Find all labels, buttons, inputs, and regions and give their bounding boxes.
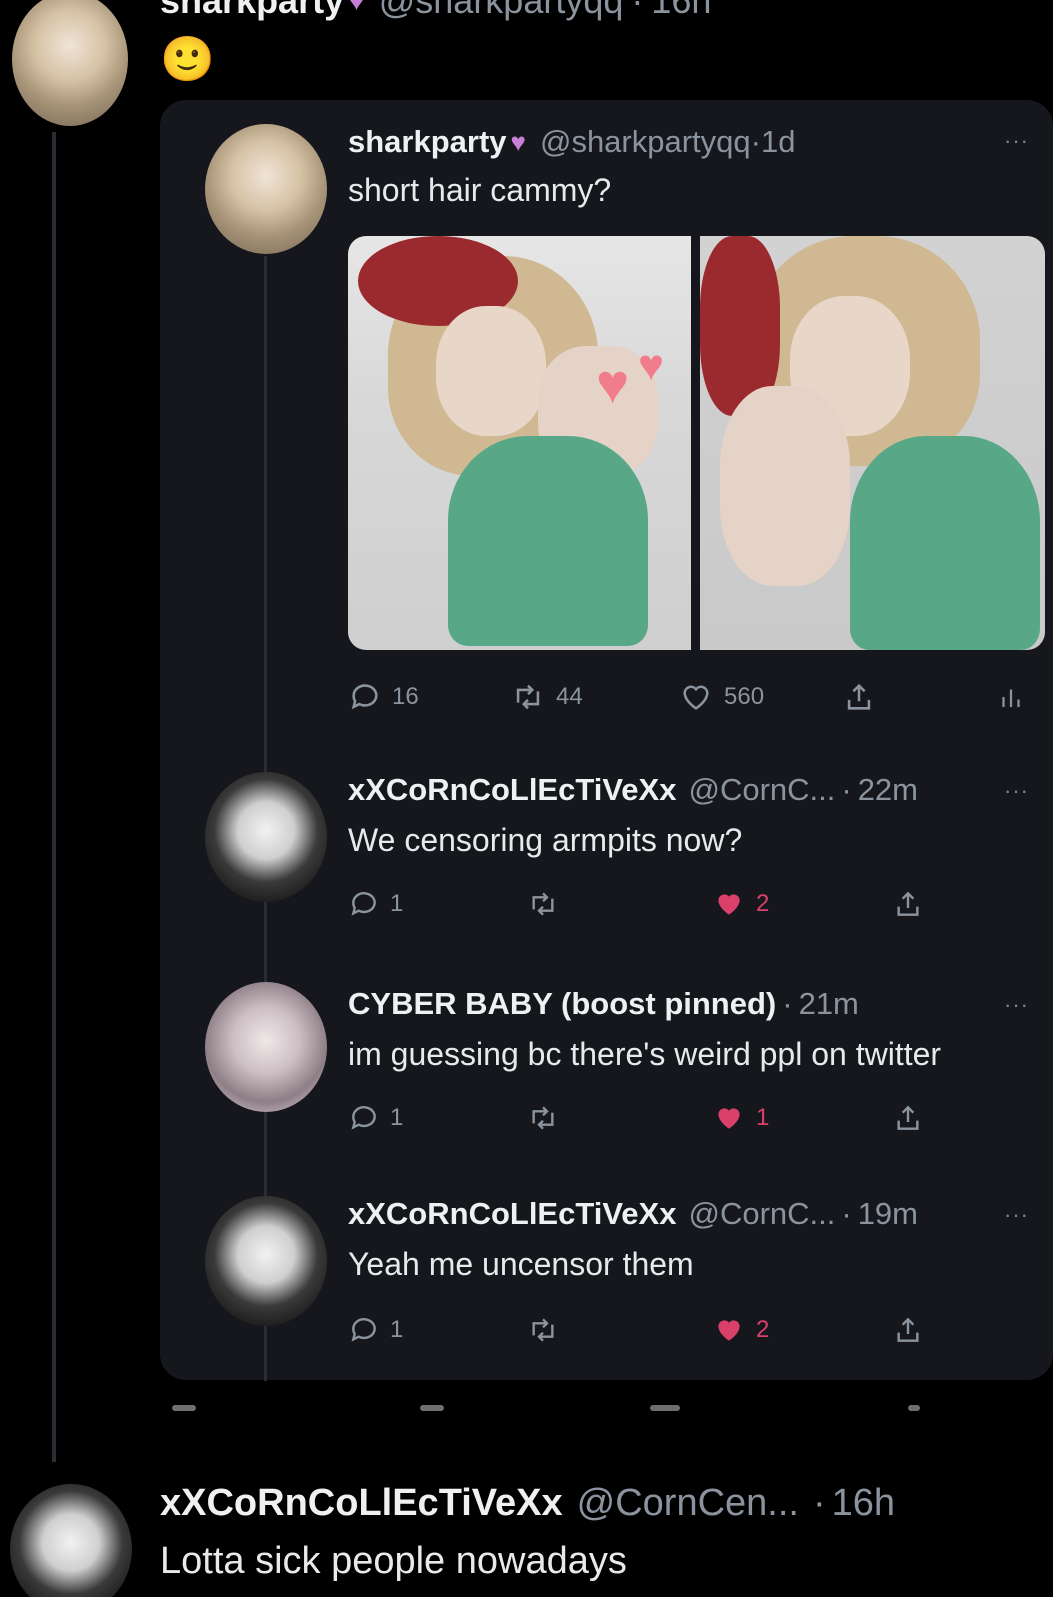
retweet-action[interactable] bbox=[526, 888, 560, 920]
reply-2-avatar[interactable] bbox=[205, 982, 327, 1112]
action-bar-cutoff bbox=[172, 1405, 196, 1411]
bottom-tweet-time[interactable]: 16h bbox=[832, 1482, 895, 1525]
retweet-icon bbox=[532, 1318, 554, 1342]
share-icon bbox=[897, 1317, 919, 1342]
retweet-action[interactable]: 44 bbox=[510, 680, 583, 714]
retweet-icon bbox=[532, 892, 554, 916]
reply-icon bbox=[351, 892, 376, 916]
more-options-icon[interactable]: ··· bbox=[1004, 1202, 1029, 1228]
like-action[interactable]: 560 bbox=[678, 680, 764, 714]
reply-2-text: im guessing bc there's weird ppl on twit… bbox=[348, 1036, 942, 1072]
like-action[interactable]: 2 bbox=[712, 1314, 769, 1346]
top-tweet-header: sharkparty ♥ @sharkpartyqq · 16h bbox=[160, 0, 711, 22]
like-action[interactable]: 1 bbox=[712, 1102, 769, 1134]
reply-count: 1 bbox=[390, 1316, 404, 1343]
reply-icon bbox=[351, 684, 378, 710]
share-icon bbox=[847, 683, 871, 710]
share-action[interactable] bbox=[892, 1102, 924, 1134]
retweet-icon bbox=[516, 684, 540, 710]
top-tweet-avatar[interactable] bbox=[12, 0, 128, 126]
share-action[interactable] bbox=[892, 888, 924, 920]
heart-filled-icon bbox=[718, 894, 740, 915]
action-bar-cutoff bbox=[908, 1405, 920, 1411]
top-tweet-time[interactable]: 16h bbox=[651, 0, 711, 22]
reply-icon bbox=[351, 1106, 376, 1130]
share-icon bbox=[897, 891, 919, 916]
reply-3-avatar[interactable] bbox=[205, 1196, 327, 1326]
top-tweet-handle[interactable]: @sharkpartyqq bbox=[379, 0, 624, 22]
heart-filled-icon bbox=[718, 1320, 740, 1341]
reply-action[interactable]: 16 bbox=[348, 680, 419, 714]
like-count: 2 bbox=[756, 1316, 770, 1343]
reply-action[interactable]: 1 bbox=[348, 1102, 403, 1134]
bottom-tweet-avatar[interactable] bbox=[10, 1484, 132, 1597]
verified-heart-icon: ♥ bbox=[510, 126, 526, 157]
quoted-tweet-time[interactable]: 1d bbox=[761, 124, 795, 160]
quoted-tweet-name[interactable]: sharkparty bbox=[348, 124, 507, 160]
reply-1-handle[interactable]: @CornC... bbox=[688, 772, 835, 808]
like-action[interactable]: 2 bbox=[712, 888, 769, 920]
heart-icon bbox=[683, 685, 709, 710]
bottom-tweet-header: xXCoRnCoLlEcTiVeXx @CornCen... · 16h bbox=[160, 1482, 896, 1525]
reply-1-name[interactable]: xXCoRnCoLlEcTiVeXx bbox=[348, 772, 676, 808]
reply-3-handle[interactable]: @CornC... bbox=[688, 1196, 835, 1232]
share-action[interactable] bbox=[842, 680, 876, 714]
reply-1-time[interactable]: 22m bbox=[858, 772, 918, 808]
reply-3-header: xXCoRnCoLlEcTiVeXx @CornC... · 19m bbox=[348, 1196, 918, 1232]
retweet-icon bbox=[532, 1106, 554, 1130]
retweet-action[interactable] bbox=[526, 1102, 560, 1134]
reply-3-time[interactable]: 19m bbox=[858, 1196, 918, 1232]
retweet-action[interactable] bbox=[526, 1314, 560, 1346]
bottom-tweet-handle[interactable]: @CornCen... bbox=[577, 1482, 799, 1525]
like-count: 2 bbox=[756, 890, 770, 917]
smiley-emoji: 🙂 bbox=[160, 35, 215, 84]
reply-count: 16 bbox=[392, 683, 419, 710]
share-action[interactable] bbox=[892, 1314, 924, 1346]
censor-heart-icon: ♥ bbox=[596, 352, 630, 415]
reply-2-header: CYBER BABY (boost pinned) · 21m bbox=[348, 986, 859, 1022]
reply-icon bbox=[351, 1318, 376, 1342]
reply-2-name[interactable]: CYBER BABY (boost pinned) bbox=[348, 986, 776, 1022]
tweet-image-1[interactable]: ♥ ♥ bbox=[348, 236, 691, 650]
like-count: 560 bbox=[724, 683, 765, 710]
top-tweet-name[interactable]: sharkparty bbox=[160, 0, 344, 22]
reply-count: 1 bbox=[390, 1104, 404, 1131]
reply-1-text: We censoring armpits now? bbox=[348, 822, 743, 858]
main-thread-line bbox=[52, 132, 56, 1462]
action-bar-cutoff bbox=[420, 1405, 444, 1411]
reply-1-avatar[interactable] bbox=[205, 772, 327, 902]
reply-count: 1 bbox=[390, 890, 404, 917]
reply-1-header: xXCoRnCoLlEcTiVeXx @CornC... · 22m bbox=[348, 772, 918, 808]
reply-2-time[interactable]: 21m bbox=[799, 986, 859, 1022]
reply-3-name[interactable]: xXCoRnCoLlEcTiVeXx bbox=[348, 1196, 676, 1232]
verified-heart-icon: ♥ bbox=[348, 0, 365, 16]
quoted-tweet-text: short hair cammy? bbox=[348, 172, 612, 208]
tweet-image-2[interactable] bbox=[700, 236, 1045, 650]
retweet-count: 44 bbox=[556, 683, 583, 710]
more-options-icon[interactable]: ··· bbox=[1004, 778, 1029, 804]
share-icon bbox=[897, 1105, 919, 1130]
quoted-tweet-handle[interactable]: @sharkpartyqq bbox=[540, 124, 751, 160]
action-bar-cutoff bbox=[650, 1405, 680, 1411]
bottom-tweet-text: Lotta sick people nowadays bbox=[160, 1540, 627, 1582]
bottom-tweet-name[interactable]: xXCoRnCoLlEcTiVeXx bbox=[160, 1482, 563, 1525]
quoted-tweet-avatar[interactable] bbox=[205, 124, 327, 254]
reply-3-text: Yeah me uncensor them bbox=[348, 1246, 694, 1282]
analytics-action[interactable] bbox=[996, 680, 1026, 714]
quoted-tweet-header: sharkparty ♥ @sharkpartyqq · 1d bbox=[348, 124, 796, 160]
like-count: 1 bbox=[756, 1104, 770, 1131]
more-options-icon[interactable]: ··· bbox=[1004, 992, 1029, 1018]
more-options-icon[interactable]: ··· bbox=[1004, 128, 1029, 154]
reply-action[interactable]: 1 bbox=[348, 888, 403, 920]
censor-heart-icon: ♥ bbox=[638, 341, 665, 390]
heart-filled-icon bbox=[718, 1108, 740, 1129]
analytics-icon bbox=[1002, 689, 1020, 707]
reply-action[interactable]: 1 bbox=[348, 1314, 403, 1346]
